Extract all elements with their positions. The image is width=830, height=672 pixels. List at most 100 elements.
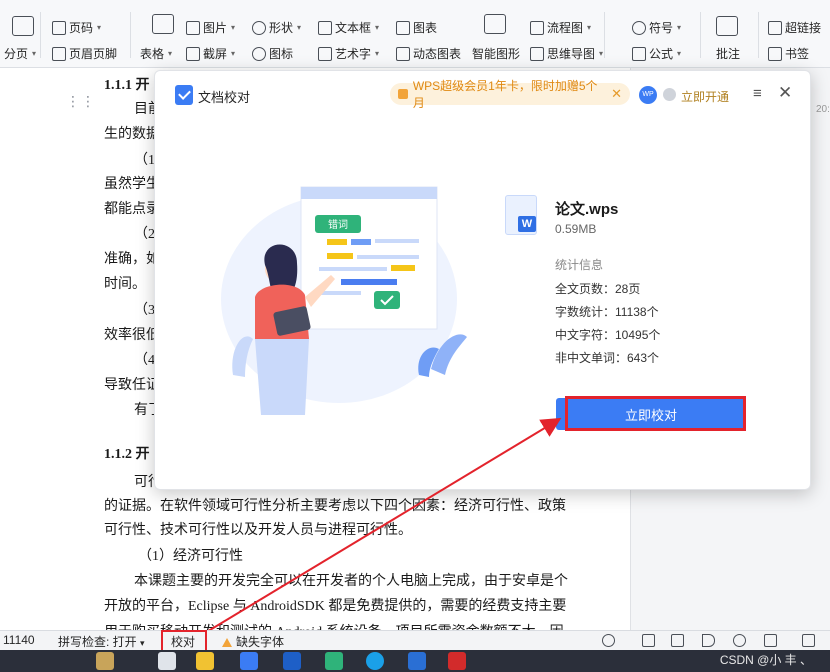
dynamic-chart-icon [396, 46, 410, 61]
ribbon-label: 书签 [785, 47, 810, 61]
ribbon-table-button[interactable]: 表格 ▾ [140, 45, 172, 62]
ribbon-dynamic-chart-button[interactable]: 动态图表 [396, 45, 461, 62]
ribbon-textbox-button[interactable]: 文本框 ▾ [318, 19, 379, 36]
ribbon-bookmark-button[interactable]: 书签 [768, 45, 809, 62]
ribbon-label: 分页 [4, 47, 29, 61]
folder-icon[interactable] [196, 652, 214, 670]
avatar[interactable]: WP [639, 86, 657, 104]
ribbon-label: 公式 [649, 47, 674, 61]
drag-handle-icon[interactable]: ⋮⋮ [66, 94, 96, 108]
ribbon-header-footer-button[interactable]: 页眉页脚 [52, 45, 117, 62]
ribbon-label: 图表 [413, 21, 438, 35]
taskbar-app-icon[interactable] [96, 652, 114, 670]
open-now-link[interactable]: 立即开通 [681, 88, 729, 105]
edge-icon[interactable] [366, 652, 384, 670]
comment-icon[interactable] [716, 16, 738, 36]
globe-icon[interactable] [733, 634, 746, 647]
pen-icon[interactable] [764, 634, 777, 647]
fit-screen-icon[interactable] [802, 634, 815, 647]
taskbar-app-icon[interactable] [158, 652, 176, 670]
chevron-down-icon: ▾ [599, 49, 604, 58]
highlight-box-proofread-status [161, 630, 207, 652]
stats-title: 统计信息 [555, 258, 604, 272]
proofread-icon [175, 85, 193, 105]
os-taskbar: CSDN @小 丰 、 [0, 650, 830, 672]
symbol-icon [632, 20, 646, 35]
document-line: 虽然学生 [104, 177, 160, 192]
ribbon-toolbar: 分页 ▾ 页码 ▾ 页眉页脚 表格 ▾ 图片 ▾ 截屏 ▾ 形状 ▾ 图标 文本框 ▾ 艺术字 ▾ 图表 动态图表 智能… [0, 0, 830, 68]
flowchart-icon [530, 20, 544, 35]
proofread-illustration: 错词 [221, 186, 467, 415]
page-break-icon[interactable] [12, 16, 34, 36]
close-icon[interactable]: ✕ [778, 83, 792, 103]
ribbon-picture-button[interactable]: 图片 ▾ [186, 19, 235, 36]
ribbon-wordart-button[interactable]: 艺术字 ▾ [318, 45, 379, 62]
ribbon-chart-button[interactable]: 图表 [396, 19, 437, 36]
ribbon-formula-button[interactable]: 公式 ▾ [632, 45, 681, 62]
stat-item: 全文页数：28页 [555, 282, 641, 296]
ribbon-shape-button[interactable]: 形状 ▾ [252, 19, 301, 36]
textbox-icon [318, 20, 332, 35]
chevron-down-icon: ▾ [375, 23, 380, 32]
chevron-down-icon: ▾ [297, 23, 302, 32]
mindmap-icon [530, 46, 544, 61]
chevron-down-icon: ▾ [677, 49, 682, 58]
ribbon-label: 图片 [203, 21, 228, 35]
ribbon-page-break-button[interactable]: 分页 ▾ [4, 45, 36, 62]
ribbon-label: 文本框 [335, 21, 372, 35]
document-heading: 1.1.1 开 [104, 78, 150, 93]
menu-icon[interactable]: ≡ [753, 85, 762, 102]
ribbon-smart-graphic-button[interactable]: 智能图形 [472, 45, 520, 62]
taskbar-app-icon[interactable] [408, 652, 426, 670]
speaker-icon [398, 89, 408, 99]
ribbon-screenshot-button[interactable]: 截屏 ▾ [186, 45, 235, 62]
document-line: 开放的平台，Eclipse 与 AndroidSDK 都是免费提供的，需要的经费… [104, 599, 567, 614]
ribbon-label: 艺术字 [335, 47, 372, 61]
ribbon-icons-button[interactable]: 图标 [252, 45, 293, 62]
store-icon[interactable] [240, 652, 258, 670]
file-name: 论文.wps [555, 201, 619, 218]
page-view-icon[interactable] [642, 634, 655, 647]
dialog-title: 文档校对 [198, 90, 251, 105]
ribbon-hyperlink-button[interactable]: 超链接 [768, 19, 821, 36]
ribbon-label: 智能图形 [472, 47, 521, 61]
document-line: （1）经济可行性 [138, 549, 243, 564]
header-footer-icon [52, 46, 66, 61]
ribbon-label: 超链接 [785, 21, 822, 35]
document-line: 生的数据 [104, 127, 160, 142]
word-count[interactable]: 11140 [3, 633, 35, 647]
ribbon-symbol-button[interactable]: 符号 ▾ [632, 19, 681, 36]
chevron-down-icon: ▾ [97, 23, 102, 32]
spell-check-toggle[interactable]: 拼写检查: 打开 ▾ [58, 633, 145, 650]
icons-icon [252, 46, 266, 61]
taskbar-app-icon[interactable] [325, 652, 343, 670]
ribbon-page-number-button[interactable]: 页码 ▾ [52, 19, 101, 36]
wps-icon[interactable] [448, 652, 466, 670]
ribbon-label: 图标 [269, 47, 294, 61]
ribbon-comment-button[interactable]: 批注 [716, 45, 740, 62]
promo-banner[interactable]: WPS超级会员1年卡，限时加赠5个月 ✕ [390, 79, 630, 110]
status-bar: 11140 拼写检查: 打开 ▾ 校对 缺失字体 [0, 630, 830, 652]
stat-item: 字数统计：11138个 [555, 305, 659, 319]
ribbon-flowchart-button[interactable]: 流程图 ▾ [530, 19, 591, 36]
ribbon-divider [604, 12, 605, 58]
ribbon-divider [40, 12, 41, 58]
document-line: 时间。 [104, 277, 146, 292]
chevron-down-icon: ▾ [587, 23, 592, 32]
chevron-down-icon: ▾ [168, 49, 173, 58]
vip-icon [663, 88, 676, 101]
chevron-down-icon: ▾ [32, 49, 37, 58]
smart-graphic-icon[interactable] [484, 14, 506, 34]
outline-view-icon[interactable] [671, 634, 684, 647]
shield-icon[interactable] [283, 652, 301, 670]
ribbon-divider [130, 12, 131, 58]
missing-font-indicator[interactable]: 缺失字体 [222, 633, 284, 650]
table-icon[interactable] [152, 14, 174, 34]
ribbon-mindmap-button[interactable]: 思维导图 ▾ [530, 45, 603, 62]
formula-icon [632, 46, 646, 61]
document-line: 用于购买移动开发和测试的 Android 系统设备，项目所需资金数额不大，因 [104, 621, 564, 630]
play-icon[interactable] [702, 634, 715, 647]
promo-close-icon[interactable]: ✕ [611, 86, 622, 102]
eye-icon[interactable] [602, 634, 615, 647]
chart-icon [396, 20, 410, 35]
